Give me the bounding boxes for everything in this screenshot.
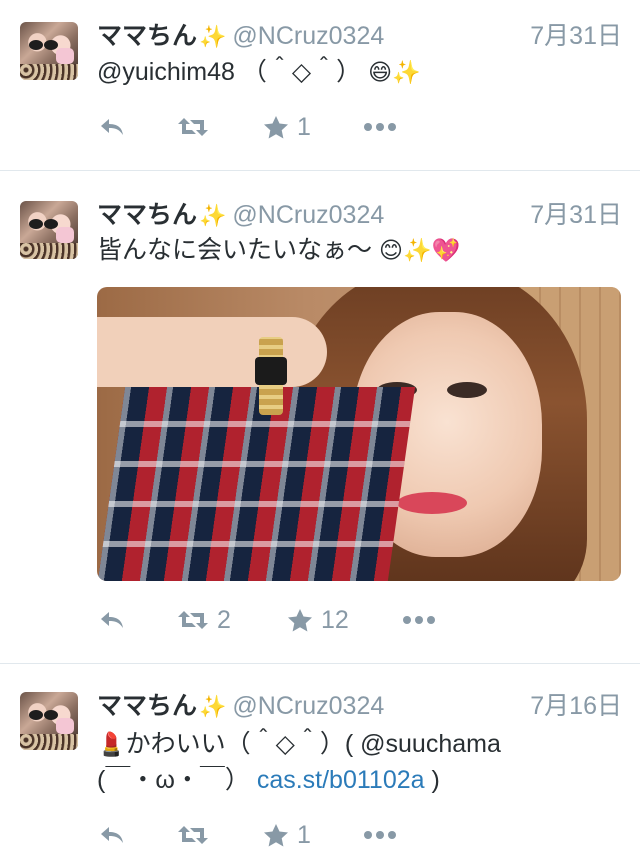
tweet-link[interactable]: cas.st/b01102a [257, 766, 425, 794]
user-name[interactable]: ママちん [97, 22, 197, 50]
sparkle-icon: ✨ [199, 203, 227, 228]
retweet-count: 2 [217, 606, 231, 634]
tweet-text: 皆んなに会いたいなぁ〜 😊✨💖 [97, 232, 617, 268]
user-handle[interactable]: @NCruz0324 [232, 22, 384, 50]
more-dots-icon [364, 831, 396, 839]
favorite-count: 1 [297, 821, 311, 849]
avatar-sunglasses-left [29, 219, 43, 229]
tweet-2[interactable]: ママちん✨ @NCruz0324 7月31日 皆んなに会いたいなぁ〜 😊✨💖 2 … [0, 171, 640, 662]
retweet-icon [178, 611, 208, 629]
photo-arm [97, 317, 327, 387]
tweet-text-line: かわいい（＾◇＾）( @suuchama [125, 730, 501, 758]
tweet-header: ママちん✨ @NCruz0324 7月31日 [97, 197, 622, 233]
reply-icon [101, 119, 123, 135]
more-button[interactable] [363, 112, 397, 142]
sparkle-icon: ✨ [199, 24, 227, 49]
favorite-count: 12 [321, 606, 349, 634]
tweet-emoji: 😊✨💖 [378, 237, 461, 263]
photo-eye-right [447, 382, 487, 398]
tweet-actions: 1 [97, 112, 427, 142]
favorite-button[interactable]: 12 [287, 605, 349, 635]
avatar-sunglasses-right [44, 710, 58, 720]
retweet-button[interactable] [177, 112, 217, 142]
avatar-leopard-print [20, 64, 78, 80]
tweet-text: @yuichim48 （＾◇＾） 😄✨ [97, 54, 617, 90]
retweet-icon [178, 826, 208, 844]
reply-button[interactable] [99, 820, 125, 850]
avatar-mask [56, 718, 74, 734]
avatar[interactable] [20, 22, 78, 80]
user-handle[interactable]: @NCruz0324 [232, 201, 384, 229]
tweet-photo[interactable] [97, 287, 621, 581]
retweet-icon [178, 118, 208, 136]
photo-plaid-shirt [97, 387, 416, 581]
reply-button[interactable] [99, 605, 125, 635]
lipstick-emoji: 💄 [97, 731, 126, 757]
tweet-text-line-2: (￣・ω・￣） cas.st/b01102a ) [97, 762, 617, 798]
avatar-sunglasses-right [44, 40, 58, 50]
tweet-text-line: @yuichim48 （＾◇＾） [97, 58, 362, 86]
tweet-text: 💄かわいい（＾◇＾）( @suuchama (￣・ω・￣） cas.st/b01… [97, 726, 617, 798]
favorite-button[interactable]: 1 [263, 820, 311, 850]
more-dots-icon [403, 616, 435, 624]
reply-button[interactable] [99, 112, 125, 142]
user-name[interactable]: ママちん [97, 201, 197, 229]
avatar-leopard-print [20, 734, 78, 750]
tweet-header: ママちん✨ @NCruz0324 7月31日 [97, 18, 622, 54]
tweet-text-suffix: ) [424, 766, 440, 794]
tweet-text-line: 皆んなに会いたいなぁ〜 [97, 236, 373, 264]
user-handle[interactable]: @NCruz0324 [232, 692, 384, 720]
favorite-star-icon [264, 824, 288, 847]
sparkle-icon: ✨ [199, 694, 227, 719]
tweet-header: ママちん✨ @NCruz0324 7月16日 [97, 688, 622, 724]
retweet-button[interactable]: 2 [177, 605, 231, 635]
tweet-emoji: 😄✨ [368, 59, 421, 85]
tweet-text-line-1: 💄かわいい（＾◇＾）( @suuchama [97, 726, 617, 762]
more-dots-icon [364, 123, 396, 131]
avatar[interactable] [20, 692, 78, 750]
avatar[interactable] [20, 201, 78, 259]
favorite-star-icon [288, 609, 312, 632]
photo-watch-face [255, 357, 287, 385]
more-button[interactable] [363, 820, 397, 850]
tweet-3[interactable]: ママちん✨ @NCruz0324 7月16日 💄かわいい（＾◇＾）( @suuch… [0, 664, 640, 849]
tweet-actions: 1 [97, 820, 427, 850]
tweet-1[interactable]: ママちん✨ @NCruz0324 7月31日 @yuichim48 （＾◇＾） 😄… [0, 0, 640, 168]
reply-icon [101, 612, 123, 628]
avatar-sunglasses-right [44, 219, 58, 229]
avatar-leopard-print [20, 243, 78, 259]
tweet-actions: 2 12 [97, 605, 435, 635]
avatar-sunglasses-left [29, 40, 43, 50]
photo-lips [397, 492, 467, 514]
avatar-mask [56, 48, 74, 64]
favorite-count: 1 [297, 113, 311, 141]
reply-icon [101, 827, 123, 843]
favorite-star-icon [264, 116, 288, 139]
tweet-date[interactable]: 7月31日 [530, 197, 622, 233]
avatar-sunglasses-left [29, 710, 43, 720]
retweet-button[interactable] [177, 820, 209, 850]
user-name[interactable]: ママちん [97, 692, 197, 720]
favorite-button[interactable]: 1 [263, 112, 311, 142]
tweet-date[interactable]: 7月31日 [530, 18, 622, 54]
tweet-text-line: (￣・ω・￣） [97, 766, 250, 794]
avatar-mask [56, 227, 74, 243]
more-button[interactable] [402, 605, 436, 635]
tweet-date[interactable]: 7月16日 [530, 688, 622, 724]
